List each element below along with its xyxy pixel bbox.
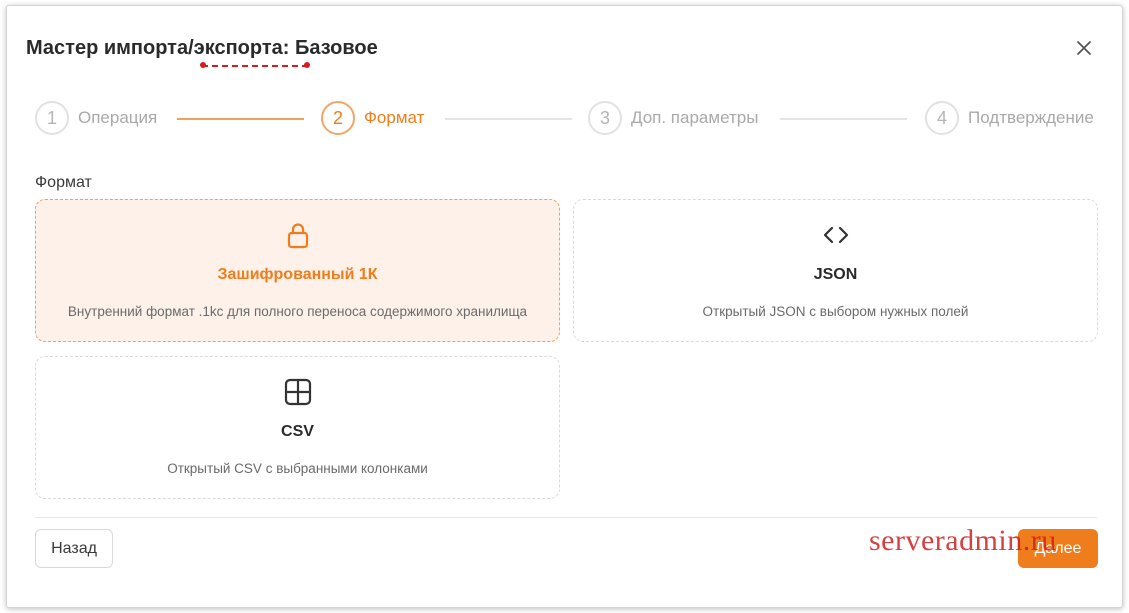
format-card-csv[interactable]: CSV Открытый CSV с выбранными колонками: [35, 356, 560, 499]
close-icon: [1077, 41, 1091, 55]
footer-divider: [35, 517, 1097, 518]
step-number: 2: [321, 101, 355, 135]
step-number: 3: [588, 101, 622, 135]
step-extra-params[interactable]: 3 Доп. параметры: [588, 101, 758, 135]
grid-icon: [284, 378, 311, 406]
step-label: Подтверждение: [968, 108, 1094, 127]
code-icon: [823, 226, 848, 244]
step-format[interactable]: 2 Формат: [321, 101, 424, 135]
step-label: Формат: [364, 108, 425, 127]
format-card-encrypted[interactable]: Зашифрованный 1К Внутренний формат .1kc …: [35, 199, 560, 342]
back-button[interactable]: Назад: [35, 529, 113, 568]
step-number: 1: [35, 101, 69, 135]
card-title: JSON: [813, 266, 858, 283]
card-title: CSV: [281, 423, 314, 440]
step-number: 4: [925, 101, 959, 135]
card-description: Внутренний формат .1kc для полного перен…: [67, 304, 528, 319]
step-connector-3-4: [780, 118, 907, 120]
step-confirmation[interactable]: 4 Подтверждение: [925, 101, 1094, 135]
step-connector-1-2: [177, 118, 304, 120]
format-card-json[interactable]: JSON Открытый JSON с выбором нужных поле…: [573, 199, 1098, 342]
card-description: Открытый JSON с выбором нужных полей: [702, 304, 969, 319]
step-label: Доп. параметры: [631, 108, 759, 127]
dialog-title: Мастер импорта/экспорта: Базовое: [26, 37, 378, 59]
card-title: Зашифрованный 1К: [217, 266, 378, 283]
next-button[interactable]: Далее: [1018, 529, 1098, 568]
format-section-label: Формат: [35, 174, 92, 191]
title-annotation-underline: [200, 62, 310, 68]
step-connector-2-3: [445, 118, 572, 120]
step-operation[interactable]: 1 Операция: [35, 101, 157, 135]
lock-icon: [287, 223, 308, 249]
step-label: Операция: [78, 108, 158, 127]
card-description: Открытый CSV с выбранными колонками: [167, 461, 428, 476]
close-button[interactable]: [1073, 37, 1095, 59]
import-export-dialog: Мастер импорта/экспорта: Базовое 1 Опера…: [6, 5, 1123, 608]
